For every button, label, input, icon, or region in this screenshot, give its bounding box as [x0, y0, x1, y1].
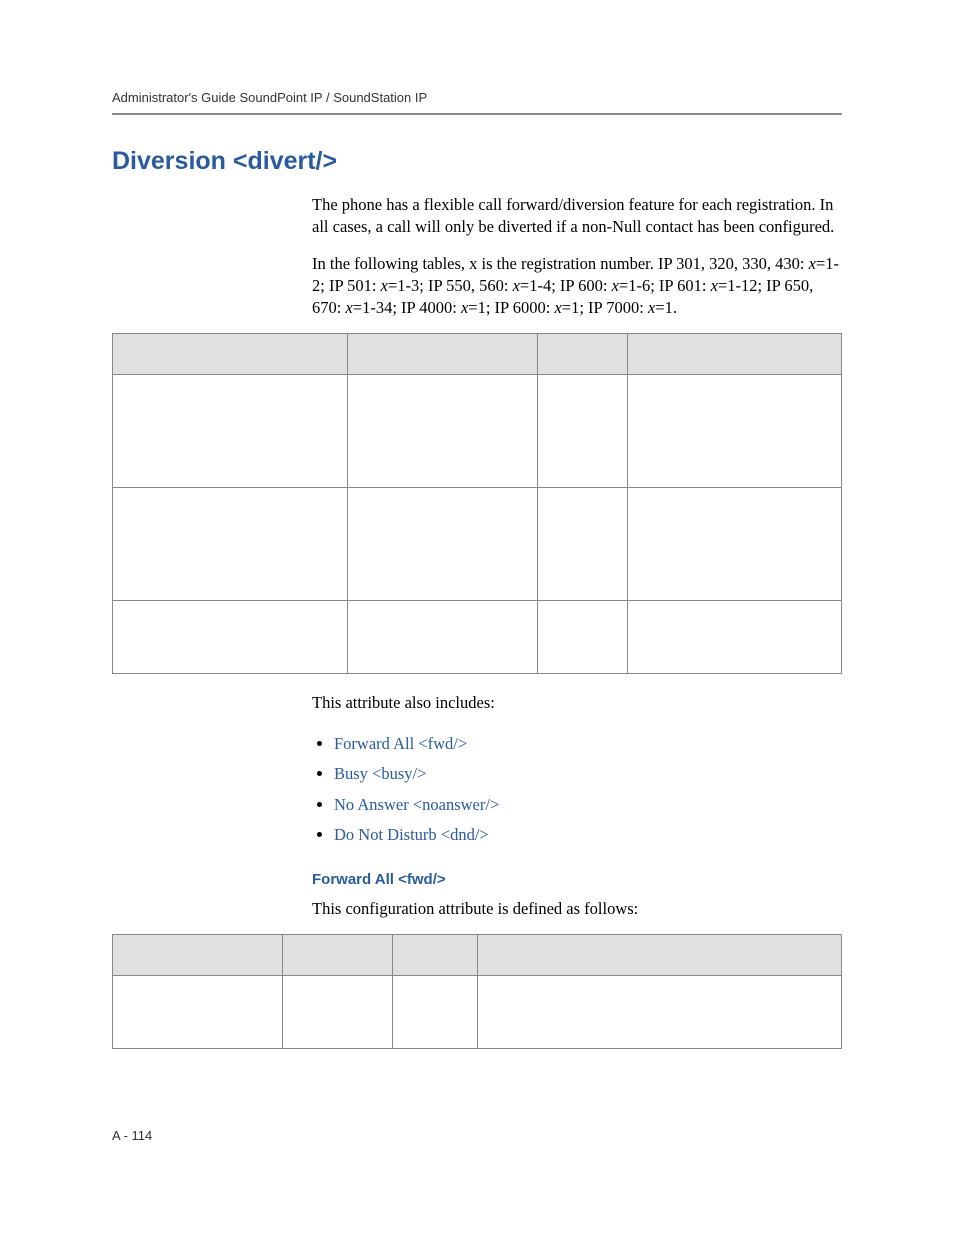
- text: =1-6; IP 601:: [619, 276, 711, 295]
- list-item: Do Not Disturb <dnd/>: [334, 820, 842, 851]
- link-busy[interactable]: Busy <busy/>: [334, 764, 426, 783]
- table-cell: [113, 601, 348, 674]
- link-no-answer[interactable]: No Answer <noanswer/>: [334, 795, 499, 814]
- body-indent-2: This attribute also includes: Forward Al…: [312, 692, 842, 920]
- text: =1; IP 6000:: [468, 298, 554, 317]
- table-cell: [628, 375, 842, 488]
- table-cell: [478, 975, 842, 1048]
- running-head: Administrator's Guide SoundPoint IP / So…: [112, 90, 842, 113]
- page-number: A - 114: [112, 1128, 152, 1143]
- var-x: x: [711, 276, 718, 295]
- table-header-cell: [113, 934, 283, 975]
- paragraph-intro: The phone has a flexible call forward/di…: [312, 194, 842, 239]
- table-cell: [628, 488, 842, 601]
- table-cell: [628, 601, 842, 674]
- text: =1.: [655, 298, 677, 317]
- table-row: [113, 975, 842, 1048]
- table-cell: [348, 488, 538, 601]
- text: =1-34; IP 4000:: [353, 298, 461, 317]
- table-cell: [113, 975, 283, 1048]
- attribute-table-1: [112, 333, 842, 674]
- table-header-cell: [393, 934, 478, 975]
- paragraph-also-includes: This attribute also includes:: [312, 692, 842, 714]
- table-header-cell: [113, 334, 348, 375]
- table-cell: [113, 375, 348, 488]
- table-cell: [348, 601, 538, 674]
- var-x: x: [554, 298, 561, 317]
- table-header-cell: [478, 934, 842, 975]
- paragraph-ranges: In the following tables, x is the regist…: [312, 253, 842, 320]
- table-header-cell: [283, 934, 393, 975]
- table-header-cell: [348, 334, 538, 375]
- var-x: x: [513, 276, 520, 295]
- list-item: No Answer <noanswer/>: [334, 790, 842, 821]
- table-row: [113, 488, 842, 601]
- table-cell: [348, 375, 538, 488]
- table-row: [113, 601, 842, 674]
- var-x: x: [345, 298, 352, 317]
- text: =1; IP 7000:: [562, 298, 648, 317]
- table-cell: [393, 975, 478, 1048]
- table-header-cell: [628, 334, 842, 375]
- table-cell: [538, 488, 628, 601]
- var-x: x: [809, 254, 816, 273]
- text: In the following tables, x is the regist…: [312, 254, 809, 273]
- document-page: Administrator's Guide SoundPoint IP / So…: [0, 0, 954, 1235]
- table-header-row: [113, 334, 842, 375]
- link-dnd[interactable]: Do Not Disturb <dnd/>: [334, 825, 489, 844]
- table-header-row: [113, 934, 842, 975]
- table-cell: [283, 975, 393, 1048]
- list-item: Busy <busy/>: [334, 759, 842, 790]
- table-row: [113, 375, 842, 488]
- table-cell: [538, 601, 628, 674]
- var-x: x: [612, 276, 619, 295]
- table-cell: [113, 488, 348, 601]
- var-x: x: [381, 276, 388, 295]
- heading-diversion: Diversion <divert/>: [112, 147, 842, 176]
- paragraph-fwd-intro: This configuration attribute is defined …: [312, 898, 842, 920]
- attribute-table-2: [112, 934, 842, 1049]
- heading-forward-all: Forward All <fwd/>: [312, 871, 842, 888]
- list-item: Forward All <fwd/>: [334, 729, 842, 760]
- cross-reference-list: Forward All <fwd/> Busy <busy/> No Answe…: [312, 729, 842, 851]
- table-cell: [538, 375, 628, 488]
- text: =1-4; IP 600:: [520, 276, 612, 295]
- header-rule: [112, 113, 842, 115]
- text: =1-3; IP 550, 560:: [388, 276, 513, 295]
- table-header-cell: [538, 334, 628, 375]
- body-indent-1: The phone has a flexible call forward/di…: [312, 194, 842, 319]
- link-forward-all[interactable]: Forward All <fwd/>: [334, 734, 467, 753]
